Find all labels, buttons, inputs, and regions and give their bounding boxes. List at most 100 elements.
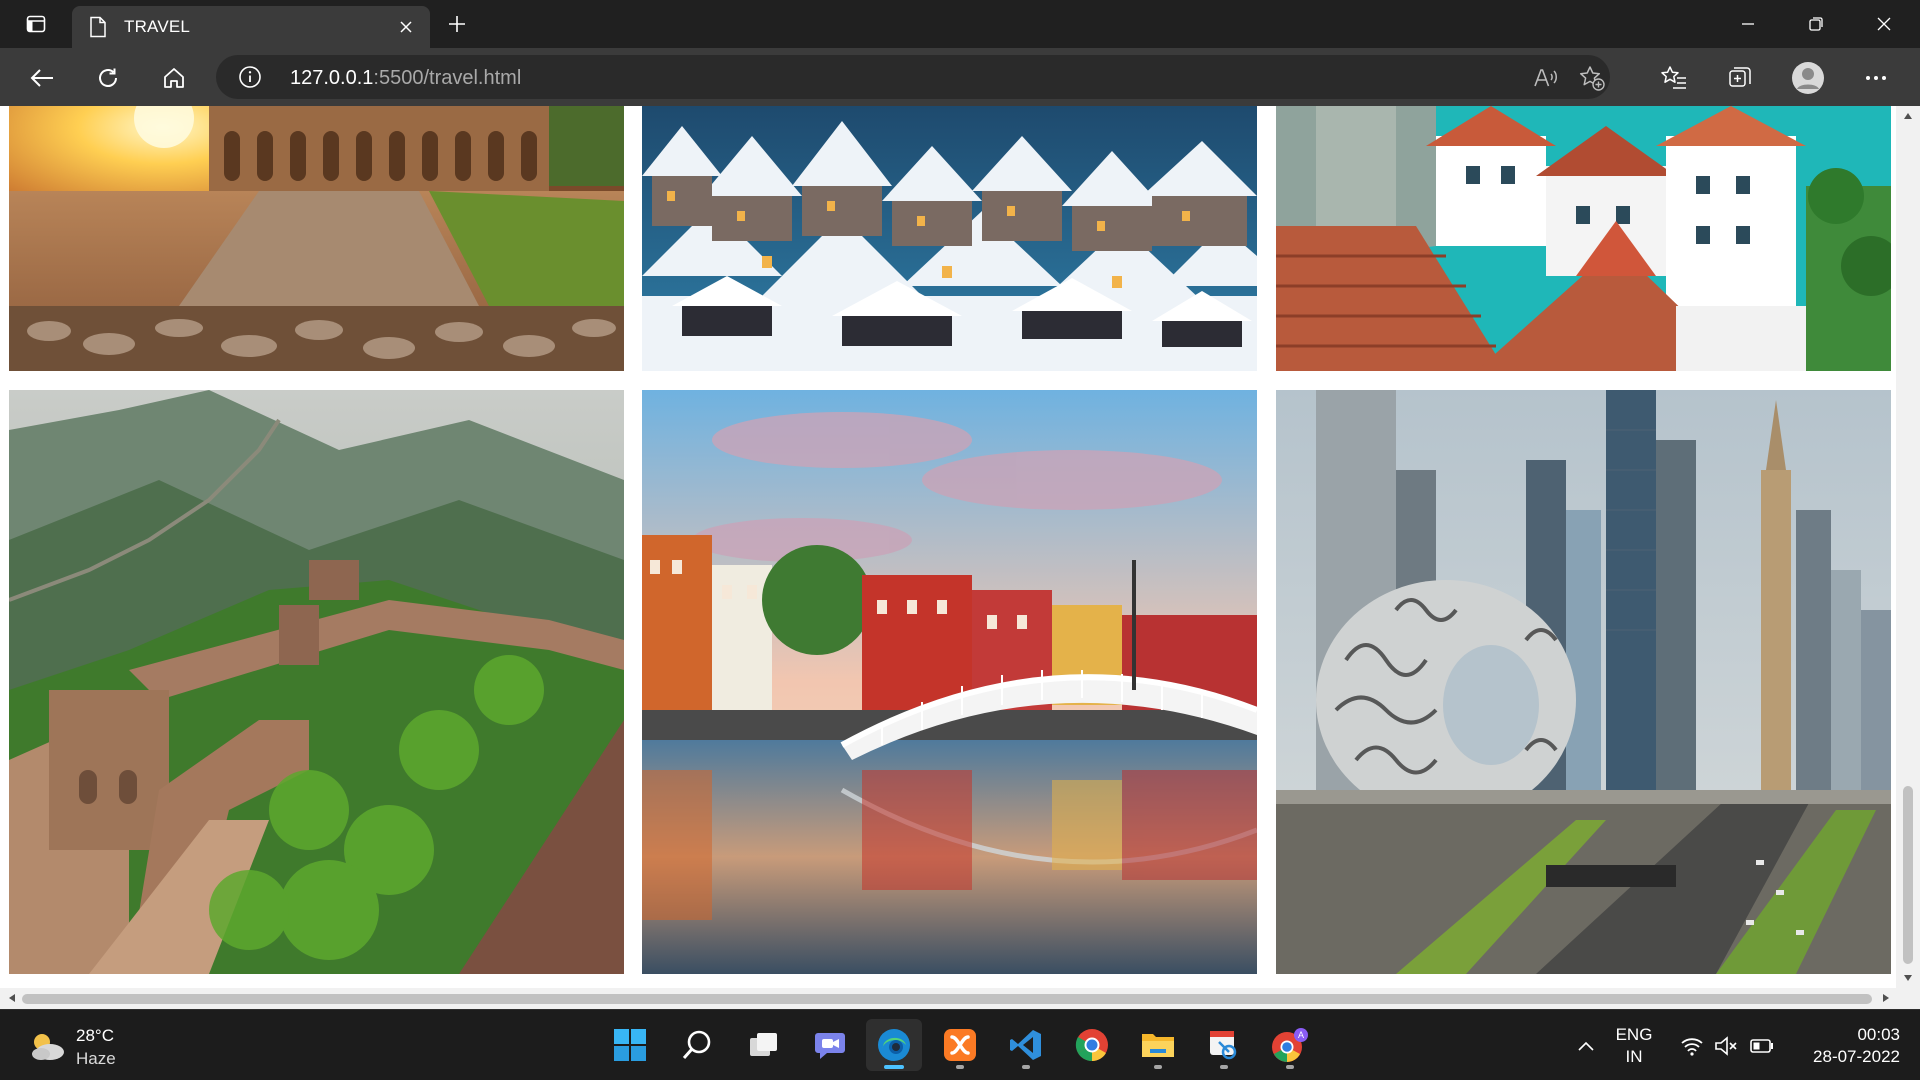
running-indicator [1220,1065,1228,1069]
page-viewport [0,106,1920,1009]
region-code: IN [1625,1047,1643,1066]
search-icon [682,1030,711,1059]
refresh-icon [99,68,117,87]
teams-chat-icon [815,1033,845,1059]
folder-icon [1142,1034,1174,1057]
windows-logo-icon [614,1029,646,1061]
add-favorite-button[interactable] [1578,64,1606,92]
chrome-icon [1075,1029,1108,1062]
system-clock[interactable]: 00:03 28-07-2022 [1780,1024,1900,1068]
settings-menu-button[interactable] [1858,60,1894,96]
avatar-icon [1792,62,1824,94]
tab-actions-icon [26,15,46,33]
close-window-icon [1877,17,1891,31]
scroll-right-icon[interactable] [1880,992,1892,1004]
vertical-scrollbar[interactable] [1896,106,1920,988]
close-icon [400,21,412,33]
xampp-icon [944,1029,976,1061]
info-icon[interactable] [238,65,262,89]
weather-widget[interactable]: 28°C Haze [28,1024,148,1068]
read-aloud-icon [1534,69,1557,87]
running-indicator [1022,1065,1030,1069]
address-bar[interactable]: 127.0.0.1:5500/travel.html [216,55,1610,99]
home-button[interactable] [156,60,192,96]
star-plus-icon [1579,66,1605,91]
clock-date: 28-07-2022 [1813,1047,1900,1066]
plus-icon [449,16,465,32]
favorites-icon [1661,66,1686,89]
photo-colosseum-sunset [9,106,624,371]
input-language[interactable]: ENG IN [1604,1024,1664,1068]
vertical-scroll-thumb[interactable] [1903,786,1913,964]
volume-muted-icon [1715,1035,1737,1056]
weather-temperature: 28°C [76,1026,114,1045]
close-window-button[interactable] [1850,0,1918,48]
taskbar-snipping-tool[interactable] [1196,1019,1252,1071]
windows-taskbar: 28°C Haze A ENG IN 00:03 28-07-2022 [0,1009,1920,1080]
horizontal-scrollbar[interactable] [0,988,1920,1009]
tab-actions-button[interactable] [16,8,56,40]
screen: TRAVEL 127.0.0.1:5500/travel.html 28°C H… [0,0,1920,1080]
active-indicator [884,1065,904,1069]
chat-button[interactable] [802,1019,858,1071]
photo-snowy-village [642,106,1257,371]
edge-icon [878,1029,910,1061]
browser-titlebar: TRAVEL [0,0,1920,48]
chevron-up-icon [1578,1041,1594,1051]
photo-great-wall [9,390,624,974]
home-icon [164,68,184,88]
url-text[interactable]: 127.0.0.1:5500/travel.html [290,67,521,90]
scroll-down-icon[interactable] [1902,972,1914,984]
taskbar-xampp[interactable] [932,1019,988,1071]
weather-condition: Haze [76,1049,116,1068]
new-tab-button[interactable] [440,10,474,38]
back-button[interactable] [24,60,60,96]
photo-mediterranean-rooftops [1276,106,1891,371]
url-path: :5500/travel.html [373,67,522,89]
horizontal-scroll-thumb[interactable] [22,994,1872,1004]
collections-icon [1729,67,1751,87]
wifi-icon [1681,1037,1703,1056]
favorites-button[interactable] [1656,60,1692,96]
active-tab[interactable]: TRAVEL [72,6,430,48]
back-arrow-icon [30,69,53,87]
restore-button[interactable] [1782,0,1850,48]
taskbar-file-explorer[interactable] [1130,1019,1186,1071]
taskbar-vscode[interactable] [998,1019,1054,1071]
close-tab-button[interactable] [396,17,416,37]
chrome-profile-icon: A [1272,1028,1308,1062]
scroll-left-icon[interactable] [6,992,18,1004]
svg-text:A: A [1298,1030,1304,1040]
collections-button[interactable] [1722,60,1758,96]
running-indicator [1286,1065,1294,1069]
show-hidden-icons-button[interactable] [1570,1010,1602,1080]
profile-button[interactable] [1790,60,1826,96]
battery-status[interactable] [1748,1010,1776,1080]
search-button[interactable] [669,1019,725,1071]
volume-status[interactable] [1712,1010,1740,1080]
photo-museum-of-the-future [1276,390,1891,974]
minimize-button[interactable] [1714,0,1782,48]
scroll-up-icon[interactable] [1902,110,1914,122]
task-view-icon [750,1033,777,1056]
taskbar-chrome[interactable] [1064,1019,1120,1071]
url-host: 127.0.0.1 [290,67,374,89]
network-status[interactable] [1678,1010,1706,1080]
battery-icon [1750,1038,1773,1053]
snipping-tool-icon [1210,1031,1237,1060]
running-indicator [1154,1065,1162,1069]
task-view-button[interactable] [736,1019,792,1071]
vscode-icon [1010,1030,1041,1060]
read-aloud-button[interactable] [1532,64,1560,92]
start-button[interactable] [602,1019,658,1071]
minimize-icon [1742,23,1754,25]
clock-time: 00:03 [1857,1025,1900,1044]
refresh-button[interactable] [90,60,126,96]
weather-icon [32,1034,64,1060]
taskbar-chrome-profile[interactable]: A [1262,1019,1318,1071]
browser-toolbar: 127.0.0.1:5500/travel.html [0,48,1920,106]
photo-hapenny-bridge [642,390,1257,974]
running-indicator [956,1065,964,1069]
more-icon [1866,76,1886,80]
taskbar-edge[interactable] [866,1019,922,1071]
